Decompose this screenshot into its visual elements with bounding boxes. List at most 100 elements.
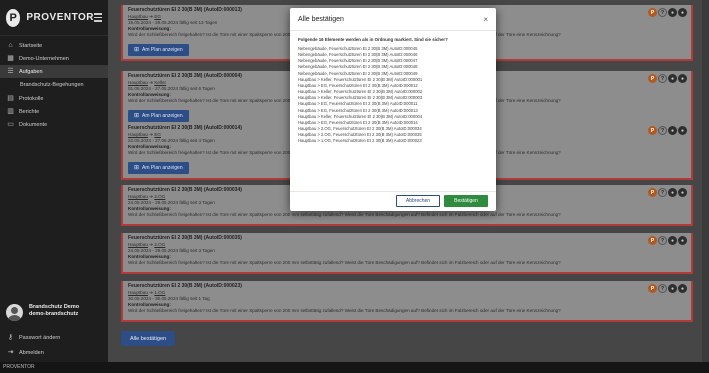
logout-link[interactable]: ⇥ Abmelden [0, 345, 108, 360]
show-on-plan-button[interactable]: ⊞ Am Plan anzeigen [128, 161, 189, 174]
show-on-plan-label: Am Plan anzeigen [142, 164, 183, 171]
person-icon[interactable]: ● [668, 126, 677, 135]
dialog-item-list: Nebengebäude, Feuerschutztüren EI 2 30(B… [298, 46, 488, 145]
person-icon[interactable]: ● [678, 236, 687, 245]
sidebar-item-label: Demo-Unternehmen [19, 55, 69, 62]
close-icon[interactable]: × [483, 15, 488, 24]
task-badges: P? ● ● [648, 284, 687, 293]
confirm-dialog: Alle bestätigen × Folgende 16 Elemente w… [290, 8, 496, 211]
dialog-footer: Abbrechen Bestätigen [290, 191, 496, 211]
status-badge-icon[interactable]: ? [658, 236, 667, 245]
sidebar-item-label: Dokumente [19, 121, 48, 128]
building-icon: ▦ [7, 55, 14, 62]
confirm-button[interactable]: Bestätigen [444, 195, 488, 207]
priority-badge-icon[interactable]: P [648, 126, 657, 135]
location-link[interactable]: Hauptbau [128, 14, 148, 19]
sidebar-item-label: Brandschutz-Begehungen [20, 82, 84, 88]
show-on-plan-label: Am Plan anzeigen [142, 112, 183, 119]
task-card: Feuerschutztüren EI 2 30(B 3M) (AutoID:0… [121, 281, 693, 322]
task-instruction-text: Wird der Schließbereich freigehalten? Is… [128, 308, 561, 313]
task-badges: P? ● ● [648, 8, 687, 17]
location-link[interactable]: Hauptbau [128, 290, 148, 295]
person-icon[interactable]: ● [678, 188, 687, 197]
avatar [6, 304, 23, 321]
sidebar-item-aufgaben[interactable]: ☰ Aufgaben [0, 65, 108, 78]
sidebar-item-protokolle[interactable]: ▤ Protokolle [0, 92, 108, 105]
map-icon: ⊞ [134, 113, 140, 119]
location-link[interactable]: Keller [154, 80, 166, 85]
user-actions: ⚷ Passwort ändern ⇥ Abmelden [0, 330, 108, 360]
change-password-label: Passwort ändern [19, 334, 61, 341]
document-icon: ▤ [7, 95, 14, 102]
sidebar: P PROVENTOR ⌂ Startseite ▦ Demo-Unternehme… [0, 0, 108, 362]
sidebar-item-berichte[interactable]: ▥ Berichte [0, 105, 108, 118]
person-icon[interactable]: ● [678, 74, 687, 83]
priority-badge-icon[interactable]: P [648, 188, 657, 197]
location-link[interactable]: EG [154, 14, 161, 19]
location-link[interactable]: Hauptbau [128, 242, 148, 247]
person-icon[interactable]: ● [678, 8, 687, 17]
sidebar-item-label: Startseite [19, 42, 43, 49]
priority-badge-icon[interactable]: P [648, 236, 657, 245]
status-badge-icon[interactable]: ? [658, 188, 667, 197]
dialog-message: Folgende 16 Elemente werden als in Ordnu… [298, 37, 448, 42]
sidebar-item-startseite[interactable]: ⌂ Startseite [0, 39, 108, 52]
cancel-button[interactable]: Abbrechen [396, 195, 440, 207]
logout-icon: ⇥ [7, 349, 14, 356]
status-badge-icon[interactable]: ? [658, 74, 667, 83]
sidebar-nav: ⌂ Startseite ▦ Demo-Unternehmen ☰ Aufgaben … [0, 36, 108, 131]
sidebar-item-label: Berichte [19, 108, 40, 115]
location-link[interactable]: Hauptbau [128, 80, 148, 85]
dialog-body: Folgende 16 Elemente werden als in Ordnu… [290, 31, 496, 145]
show-on-plan-button[interactable]: ⊞ Am Plan anzeigen [128, 109, 189, 122]
task-badges: P? ● ● [648, 74, 687, 83]
footer-bar: PROVENTOR [0, 362, 709, 373]
sidebar-item-demo-unternehmen[interactable]: ▦ Demo-Unternehmen [0, 52, 108, 65]
task-badges: P? ● ● [648, 188, 687, 197]
brand-name: PROVENTOR [26, 12, 95, 23]
change-password-link[interactable]: ⚷ Passwort ändern [0, 330, 108, 345]
user-info: Brandschutz Demo demo-brandschutz [29, 304, 79, 318]
chart-icon: ▥ [7, 108, 14, 115]
person-icon[interactable]: ● [668, 284, 677, 293]
logout-label: Abmelden [19, 349, 44, 356]
task-title: Feuerschutztüren EI 2 30(B 3M) (AutoID:0… [128, 283, 242, 289]
proventor-logo: P [6, 8, 21, 27]
dialog-title: Alle bestätigen [298, 15, 344, 23]
map-icon: ⊞ [134, 47, 140, 53]
person-icon[interactable]: ● [668, 188, 677, 197]
scrollbar-track[interactable] [702, 0, 709, 362]
sidebar-item-dokumente[interactable]: ▭ Dokumente [0, 118, 108, 131]
show-on-plan-button[interactable]: ⊞ Am Plan anzeigen [128, 43, 189, 56]
folder-icon: ▭ [7, 121, 14, 128]
person-icon[interactable]: ● [668, 8, 677, 17]
status-badge-icon[interactable]: ? [658, 126, 667, 135]
priority-badge-icon[interactable]: P [648, 74, 657, 83]
person-icon[interactable]: ● [668, 74, 677, 83]
dialog-header: Alle bestätigen × [290, 8, 496, 31]
user-name: Brandschutz Demo [29, 304, 80, 310]
list-icon: ☰ [7, 68, 14, 75]
hamburger-menu-icon[interactable] [94, 13, 102, 22]
sidebar-item-brandschutz-begehungen[interactable]: Brandschutz-Begehungen [0, 78, 108, 92]
location-link[interactable]: EG [154, 132, 161, 137]
location-link[interactable]: 2.OG [154, 242, 165, 247]
status-badge-icon[interactable]: ? [658, 284, 667, 293]
home-icon: ⌂ [8, 42, 13, 49]
person-icon[interactable]: ● [668, 236, 677, 245]
person-icon[interactable]: ● [678, 284, 687, 293]
map-icon: ⊞ [134, 165, 140, 171]
sidebar-item-label: Protokolle [19, 95, 44, 102]
task-badges: P? ● ● [648, 236, 687, 245]
person-icon[interactable]: ● [678, 126, 687, 135]
priority-badge-icon[interactable]: P [648, 284, 657, 293]
location-link[interactable]: Hauptbau [128, 132, 148, 137]
user-login: demo-brandschutz [29, 311, 79, 317]
task-instruction-text: Wird der Schließbereich freigehalten? Is… [128, 212, 561, 217]
location-link[interactable]: Hauptbau [128, 194, 148, 199]
location-link[interactable]: 2.OG [154, 194, 165, 199]
status-badge-icon[interactable]: ? [658, 8, 667, 17]
location-link[interactable]: 1.OG [154, 290, 165, 295]
confirm-all-button[interactable]: Alle bestätigen [121, 331, 176, 346]
priority-badge-icon[interactable]: P [648, 8, 657, 17]
